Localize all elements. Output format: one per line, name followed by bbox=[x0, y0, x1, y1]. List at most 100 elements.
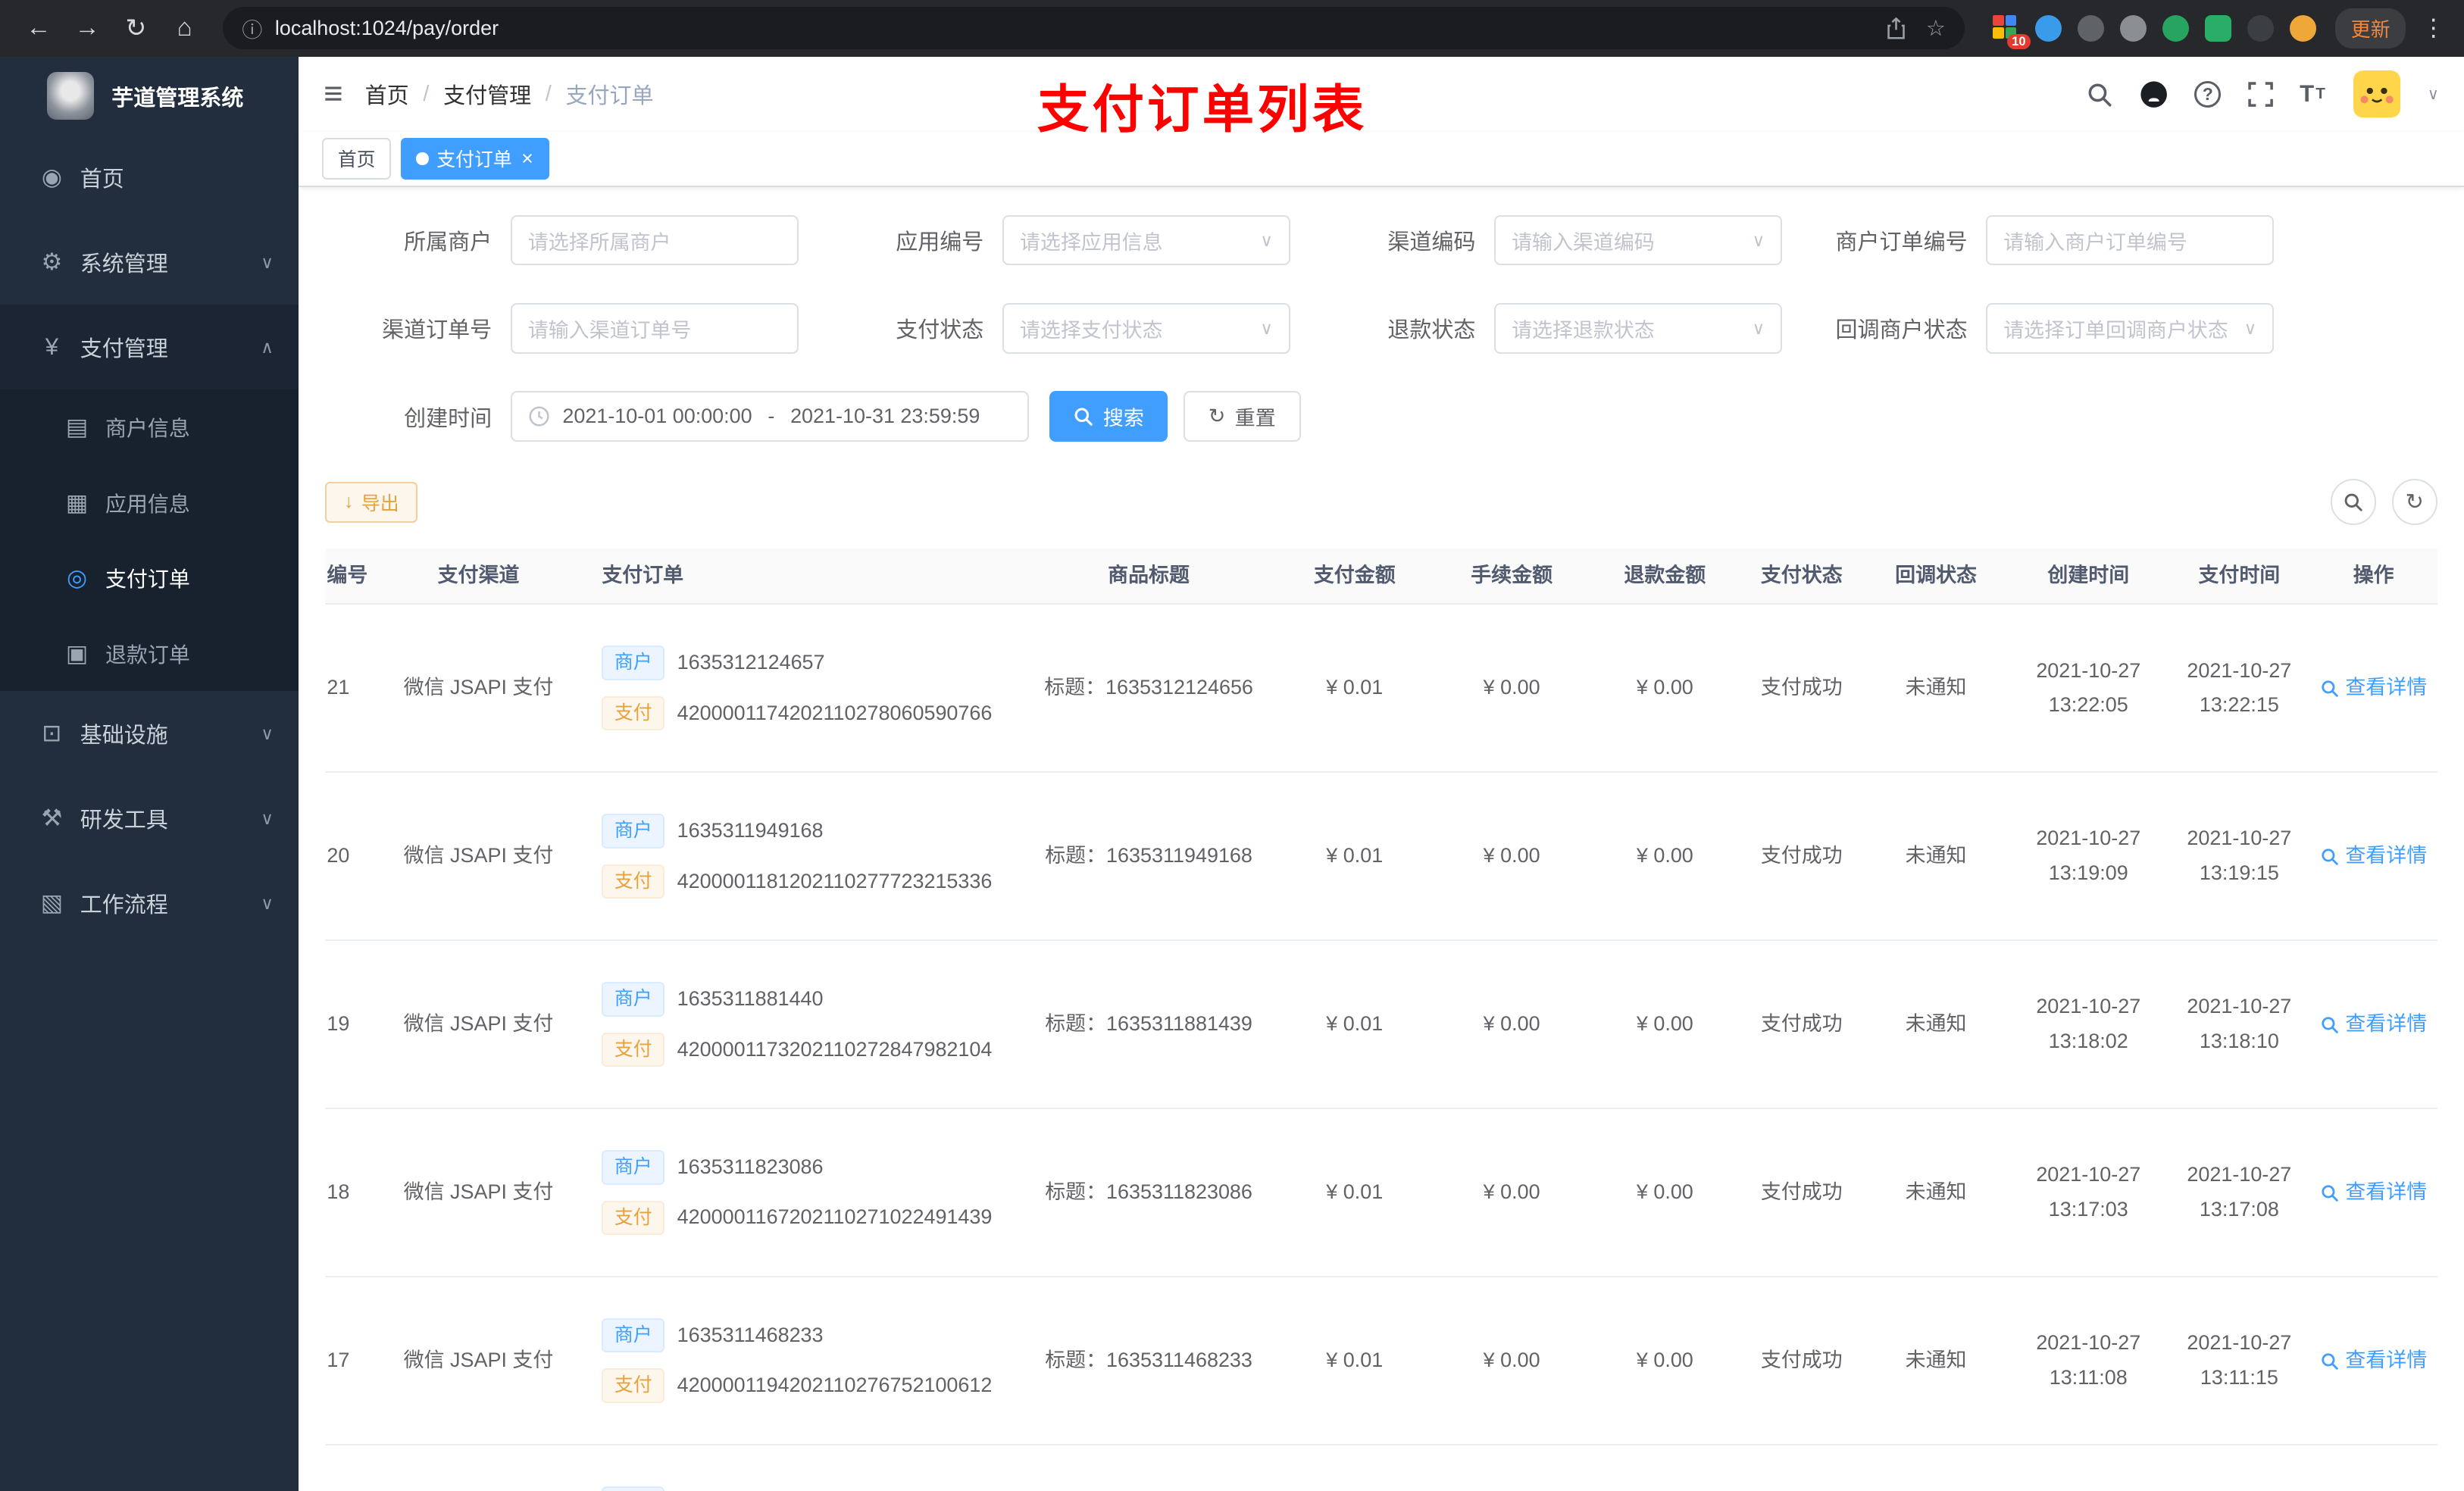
tab-home[interactable]: 首页 bbox=[322, 137, 392, 180]
cell-order: 商户 1635311949168 支付 42000011812021102777232… bbox=[585, 814, 1022, 899]
cell-fee: ¥ 0.00 bbox=[1483, 1012, 1540, 1036]
table-row: 20 微信 JSAPI 支付 商户 1635311949168 支付 4200001181… bbox=[325, 773, 2437, 942]
table-row: 商户1635311357196支付 bbox=[325, 1446, 2437, 1491]
toggle-search-button[interactable] bbox=[2330, 479, 2376, 525]
column-header-7: 支付状态 bbox=[1760, 564, 1843, 587]
view-detail-link[interactable]: 查看详情 bbox=[2320, 1007, 2427, 1042]
view-detail-link[interactable]: 查看详情 bbox=[2320, 670, 2427, 705]
view-detail-link[interactable]: 查看详情 bbox=[2320, 1343, 2427, 1378]
export-button[interactable]: ↓ 导出 bbox=[325, 481, 418, 523]
main-area: 支付订单列表 ≡ 首页 / 支付管理 / 支付订单 ? T T ∨ 首页 支付订… bbox=[299, 56, 2464, 1491]
browser-menu-icon[interactable]: ⋮ bbox=[2422, 14, 2445, 42]
extension-icon[interactable]: 10 bbox=[1993, 14, 2031, 50]
share-icon[interactable] bbox=[1885, 17, 1907, 39]
pay-order-no: 4200001194202110276752100612 bbox=[677, 1374, 993, 1397]
help-icon[interactable]: ? bbox=[2194, 80, 2222, 108]
extension-icon[interactable] bbox=[2162, 14, 2190, 42]
pay-tag: 支付 bbox=[602, 695, 665, 731]
column-header-4: 支付金额 bbox=[1313, 564, 1396, 587]
refresh-table-button[interactable]: ↻ bbox=[2391, 479, 2437, 525]
input-channel-order-no[interactable]: 请输入渠道订单号 bbox=[511, 303, 799, 354]
sidebar-item-label: 支付管理 bbox=[80, 337, 168, 362]
extension-icon[interactable] bbox=[2120, 14, 2147, 42]
extension-icon[interactable] bbox=[2078, 14, 2105, 42]
view-detail-label: 查看详情 bbox=[2345, 676, 2428, 699]
select-channel-code[interactable]: 请输入渠道编码 ∨ bbox=[1494, 215, 1782, 266]
table-tools: ↻ bbox=[2330, 479, 2437, 525]
sidebar-item-app-info[interactable]: ▦ 应用信息 bbox=[0, 465, 299, 541]
download-icon: ↓ bbox=[344, 491, 354, 513]
github-icon[interactable] bbox=[2140, 80, 2168, 108]
cell-fee: ¥ 0.00 bbox=[1483, 1349, 1540, 1372]
close-icon[interactable]: × bbox=[521, 148, 533, 169]
pin-icon[interactable] bbox=[2247, 14, 2275, 42]
search-icon bbox=[2344, 493, 2363, 511]
breadcrumb-payment[interactable]: 支付管理 bbox=[443, 78, 531, 110]
cell-channel: 微信 JSAPI 支付 bbox=[403, 1012, 554, 1036]
pay-order-no: 4200001181202110277723215336 bbox=[677, 869, 993, 892]
sidebar-item-infrastructure[interactable]: ⊡ 基础设施 ∨ bbox=[0, 691, 299, 776]
tab-pay-order[interactable]: 支付订单 × bbox=[400, 137, 549, 180]
forward-icon[interactable]: → bbox=[64, 5, 110, 51]
view-detail-label: 查看详情 bbox=[2345, 1349, 2428, 1372]
date-start: 2021-10-01 00:00:00 bbox=[562, 405, 752, 428]
view-detail-link[interactable]: 查看详情 bbox=[2320, 839, 2427, 874]
filter-date-row: 创建时间 2021-10-01 00:00:00 - 2021-10-31 23… bbox=[325, 391, 2437, 442]
select-refund-status[interactable]: 请选择退款状态 ∨ bbox=[1494, 303, 1782, 354]
select-notify-status[interactable]: 请选择订单回调商户状态 ∨ bbox=[1986, 303, 2275, 354]
extensions-area: 10 bbox=[1993, 14, 2317, 50]
cell-status: 支付成功 bbox=[1760, 676, 1843, 699]
cell-title: 标题：1635311823086 bbox=[1045, 1180, 1252, 1204]
tools-icon: ⚒ bbox=[41, 805, 63, 832]
search-button[interactable]: 搜索 bbox=[1049, 391, 1168, 442]
merchant-order-line: 商户 1635311949168 bbox=[602, 814, 992, 849]
select-pay-status[interactable]: 请选择支付状态 ∨ bbox=[1002, 303, 1290, 354]
table-header-row: 编号 支付渠道 支付订单 商品标题 支付金额 手续金额 退款金额 支付状态 回调状态 创建时间 支付… bbox=[325, 548, 2437, 605]
breadcrumb-home[interactable]: 首页 bbox=[365, 78, 409, 110]
sidebar-item-dev-tools[interactable]: ⚒ 研发工具 ∨ bbox=[0, 776, 299, 861]
merchant-tag: 商户 bbox=[602, 982, 665, 1017]
chevron-down-icon: ∨ bbox=[261, 808, 274, 828]
view-detail-label: 查看详情 bbox=[2345, 1012, 2428, 1036]
site-info-icon[interactable]: ⓘ bbox=[242, 14, 262, 43]
address-bar[interactable]: ⓘ localhost:1024/pay/order ☆ bbox=[223, 7, 1965, 50]
app-logo[interactable]: 芋道管理系统 bbox=[0, 57, 299, 136]
bookmark-star-icon[interactable]: ☆ bbox=[1926, 15, 1946, 42]
cell-action: 查看详情 bbox=[2310, 1175, 2437, 1210]
sidebar-item-workflow[interactable]: ▧ 工作流程 ∨ bbox=[0, 861, 299, 946]
filter-app-no: 应用编号 请选择应用信息 ∨ bbox=[817, 215, 1309, 266]
cell-status: 支付成功 bbox=[1760, 1349, 1843, 1372]
merchant-tag: 商户 bbox=[602, 814, 665, 849]
sidebar-item-home[interactable]: ◉ 首页 bbox=[0, 135, 299, 220]
search-icon[interactable] bbox=[2086, 81, 2112, 108]
sidebar-item-pay-order[interactable]: ◎ 支付订单 bbox=[0, 540, 299, 616]
chevron-down-icon: ∨ bbox=[2244, 317, 2257, 338]
sidebar-item-system[interactable]: ⚙ 系统管理 ∨ bbox=[0, 220, 299, 305]
fullscreen-icon[interactable] bbox=[2248, 82, 2273, 107]
update-button[interactable]: 更新 bbox=[2335, 8, 2406, 49]
reset-button[interactable]: ↻ 重置 bbox=[1183, 391, 1301, 442]
sidebar-item-merchant-info[interactable]: ▤ 商户信息 bbox=[0, 389, 299, 465]
reload-icon[interactable]: ↻ bbox=[113, 5, 158, 51]
column-header-3: 商品标题 bbox=[1108, 564, 1190, 587]
input-merchant-order-no[interactable]: 请输入商户订单编号 bbox=[1986, 215, 2275, 266]
table-row: 21 微信 JSAPI 支付 商户 1635312124657 支付 4200001174… bbox=[325, 605, 2437, 774]
sidebar-item-payment[interactable]: ¥ 支付管理 ∧ bbox=[0, 305, 299, 390]
back-icon[interactable]: ← bbox=[16, 5, 61, 51]
user-avatar[interactable] bbox=[2353, 70, 2401, 118]
font-size-icon[interactable]: TT bbox=[2300, 80, 2327, 108]
input-merchant[interactable]: 请选择所属商户 bbox=[511, 215, 799, 266]
sidebar-item-refund-order[interactable]: ▣ 退款订单 bbox=[0, 616, 299, 692]
select-app-no[interactable]: 请选择应用信息 ∨ bbox=[1002, 215, 1290, 266]
chevron-down-icon[interactable]: ∨ bbox=[2428, 85, 2439, 104]
extension-icon[interactable] bbox=[2204, 14, 2232, 42]
collapse-sidebar-icon[interactable]: ≡ bbox=[324, 77, 342, 111]
cell-action: 查看详情 bbox=[2310, 1007, 2437, 1042]
home-icon[interactable]: ⌂ bbox=[162, 5, 208, 51]
extension-icon[interactable] bbox=[2035, 14, 2062, 42]
view-detail-link[interactable]: 查看详情 bbox=[2320, 1175, 2427, 1210]
profile-avatar-icon[interactable] bbox=[2289, 14, 2317, 42]
date-range-input[interactable]: 2021-10-01 00:00:00 - 2021-10-31 23:59:5… bbox=[511, 391, 1030, 442]
cell-id: 20 bbox=[327, 844, 350, 867]
filter-label: 回调商户状态 bbox=[1835, 318, 1968, 343]
